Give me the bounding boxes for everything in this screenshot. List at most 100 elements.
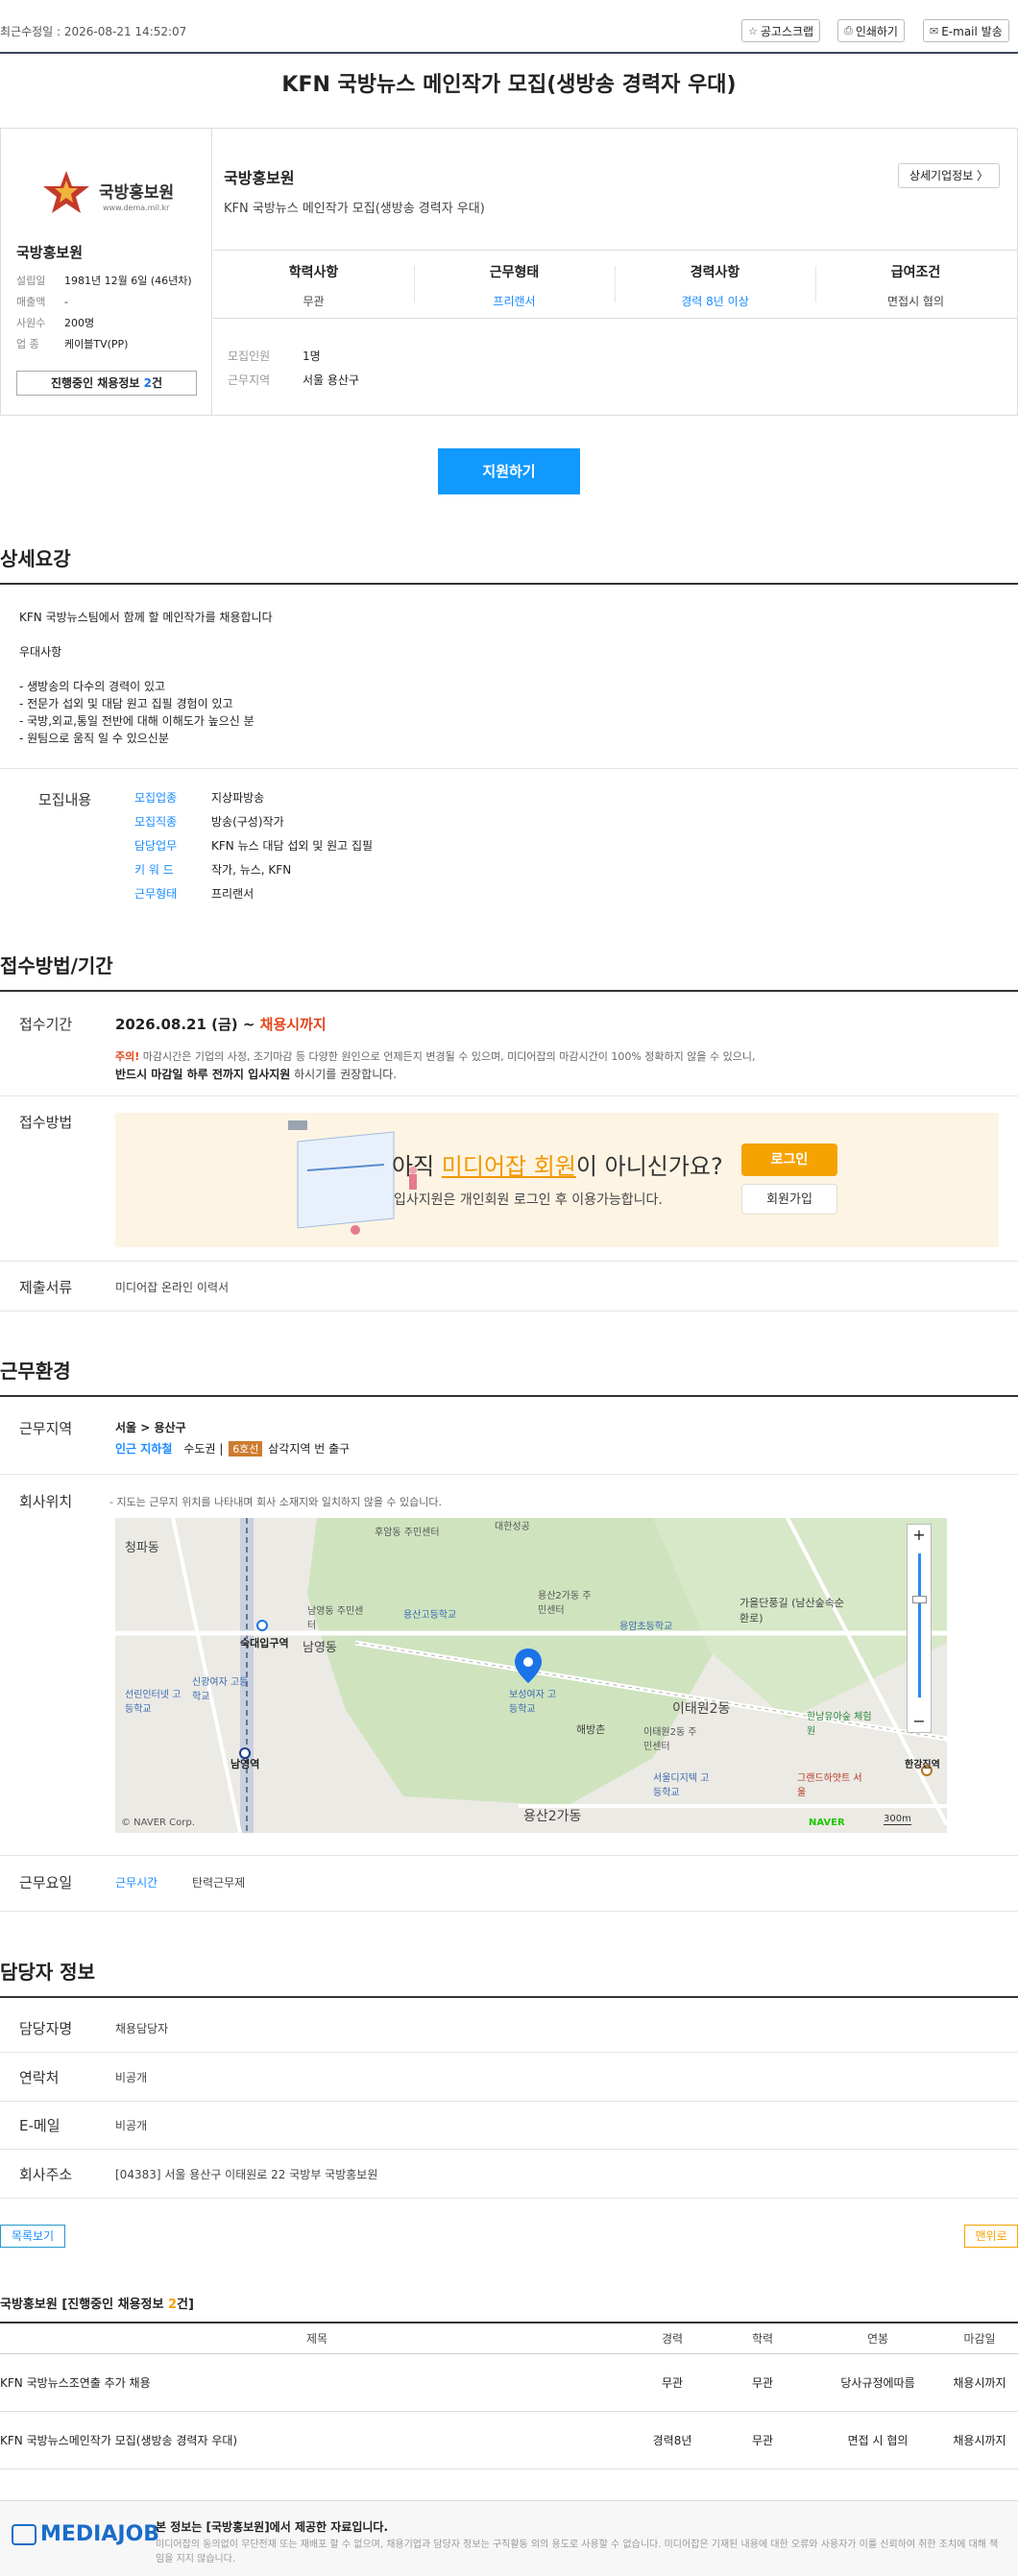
location-label: 근무지역 bbox=[19, 1420, 73, 1437]
table-header: 제목 경력 학력 연봉 마감일 bbox=[0, 2322, 1018, 2354]
naver-logo: NAVER bbox=[809, 1818, 845, 1828]
docs-value: 미디어잡 온라인 이력서 bbox=[115, 1281, 230, 1294]
table-row[interactable]: KFN 국방뉴스조연출 추가 채용 무관 무관 당사규정에따름 채용시까지 bbox=[0, 2354, 1018, 2412]
info-revenue: 매출액 - bbox=[16, 296, 68, 308]
banner-headline: 아직 미디어잡 회원이 아니신가요? bbox=[392, 1153, 723, 1180]
contact-address-label: 회사주소 bbox=[19, 2166, 73, 2183]
ongoing-jobs-button[interactable]: 진행중인 채용정보 2건 bbox=[16, 371, 197, 396]
apply-period: 2026.08.21 (금) ~ 채용시까지 bbox=[115, 1016, 327, 1033]
period-label: 접수기간 bbox=[19, 1016, 73, 1033]
hours-label: 근무요일 bbox=[19, 1874, 73, 1891]
col-salary: 연봉 bbox=[866, 2332, 889, 2346]
mail-icon: ✉ bbox=[930, 24, 939, 37]
map-copyright: © NAVER Corp. bbox=[121, 1818, 195, 1828]
banner-subtext: 입사지원은 개인회원 로그인 후 이용가능합니다. bbox=[394, 1192, 663, 1208]
map-place: 남영동 주민센터 bbox=[307, 1606, 364, 1631]
map-place: 선린인터넷 고등학교 bbox=[125, 1690, 182, 1715]
scrap-button[interactable]: ☆ 공고스크랩 bbox=[741, 19, 821, 42]
map-place: 보성여자 고등학교 bbox=[509, 1690, 557, 1715]
section-detail: 상세요강 bbox=[0, 543, 1018, 585]
deadline-notice-2: 반드시 마감일 하루 전까지 입사지원 하시기를 권장합니다. bbox=[115, 1068, 398, 1081]
table-row[interactable]: KFN 국방뉴스메인작가 모집(생방송 경력자 우대) 경력8년 무관 면접 시… bbox=[0, 2412, 1018, 2469]
map-place: 용산고등학교 bbox=[403, 1610, 457, 1621]
map-place: 남영역 bbox=[230, 1758, 260, 1770]
section-work-env: 근무환경 bbox=[0, 1356, 1018, 1397]
job-title: KFN 국방뉴스 메인작가 모집(생방송 경력자 우대) bbox=[281, 73, 737, 97]
job-description: KFN 국방뉴스팀에서 함께 할 메인작가를 채용합니다 우대사항 - 생방송의… bbox=[19, 611, 273, 745]
row-salary: 당사규정에따름 bbox=[840, 2376, 915, 2390]
map-place: 한강진역 bbox=[905, 1760, 940, 1770]
row-title[interactable]: KFN 국방뉴스조연출 추가 채용 bbox=[0, 2354, 634, 2411]
map-place: 남영동 bbox=[303, 1641, 337, 1655]
zoom-out-icon[interactable]: − bbox=[908, 1711, 931, 1732]
work-region: 근무지역 서울 용산구 bbox=[228, 373, 360, 387]
list-button[interactable]: 목록보기 bbox=[0, 2225, 65, 2248]
map-place: 신광여자 고등학교 bbox=[192, 1677, 249, 1702]
info-founded: 설립일 1981년 12월 6일 (46년차) bbox=[16, 275, 192, 287]
recruit-label: 모집내용 bbox=[38, 791, 92, 808]
method-label: 접수방법 bbox=[19, 1114, 73, 1131]
company-title: 국방홍보원 bbox=[224, 169, 295, 187]
star-icon: ☆ bbox=[748, 24, 758, 37]
subway-info: 인근 지하철 수도권 | 6호선 삼각지역 번 출구 bbox=[115, 1441, 351, 1457]
map-place: 서울디지텍 고등학교 bbox=[653, 1773, 710, 1798]
top-bar: 최근수정일 : 2026-08-21 14:52:07 ☆ 공고스크랩 ⎙ 인쇄… bbox=[0, 0, 1018, 54]
signup-button[interactable]: 회원가입 bbox=[741, 1184, 837, 1215]
location-map[interactable]: 청파동 후암동 주민센터 남영동 주민센터 숙대입구역 남영동 용산고등학교 용… bbox=[115, 1518, 947, 1833]
zoom-slider-handle[interactable] bbox=[912, 1596, 927, 1603]
map-place: 한남유아숲 체험원 bbox=[807, 1712, 872, 1737]
footer-source: 본 정보는 [국방홍보원]에서 제공한 자료입니다. bbox=[156, 2520, 388, 2534]
row-deadline: 채용시까지 bbox=[953, 2376, 1006, 2390]
col-title: 제목 bbox=[305, 2332, 328, 2346]
login-banner: 아직 미디어잡 회원이 아니신가요? 입사지원은 개인회원 로그인 후 이용가능… bbox=[115, 1113, 999, 1247]
zoom-control[interactable]: + − bbox=[907, 1524, 932, 1733]
row-deadline: 채용시까지 bbox=[953, 2434, 1006, 2447]
row-title[interactable]: KFN 국방뉴스메인작가 모집(생방송 경력자 우대) bbox=[0, 2412, 634, 2468]
docs-label: 제출서류 bbox=[19, 1279, 73, 1296]
contact-email: 비공개 bbox=[115, 2119, 148, 2132]
info-industry: 업 종 케이블TV(PP) bbox=[16, 338, 129, 350]
col-career: 경력 bbox=[661, 2332, 684, 2346]
recruit-duty: 담당업무 KFN 뉴스 대담 섭외 및 원고 집필 bbox=[134, 839, 374, 853]
ongoing-list-title: 국방홍보원 [진행중인 채용정보 2건] bbox=[0, 2298, 194, 2312]
col-deadline: 마감일 bbox=[963, 2332, 996, 2346]
company-detail-button[interactable]: 상세기업정보 〉 bbox=[898, 163, 1000, 188]
print-button[interactable]: ⎙ 인쇄하기 bbox=[837, 19, 905, 42]
footer-disclaimer: 미디어잡의 동의없이 무단전재 또는 재배포 할 수 없으며, 채용기업과 담당… bbox=[156, 2540, 999, 2564]
location-region: 서울 > 용산구 bbox=[115, 1421, 186, 1434]
deadline-notice: 주의! 마감시간은 기업의 사정, 조기마감 등 다양한 원인으로 언제든지 변… bbox=[115, 1050, 756, 1063]
email-button[interactable]: ✉ E-mail 발송 bbox=[923, 19, 1009, 42]
map-place: 이태원2동 주민센터 bbox=[643, 1727, 697, 1752]
apply-button[interactable]: 지원하기 bbox=[438, 448, 580, 494]
briefcase-icon bbox=[12, 2524, 36, 2545]
recruit-keywords: 키 워 드 작가, 뉴스, KFN bbox=[134, 863, 292, 877]
map-note: - 지도는 근무지 위치를 나타내며 회사 소재지와 일치하지 않을 수 있습니… bbox=[109, 1496, 443, 1508]
section-contact: 담당자 정보 bbox=[0, 1957, 1018, 1998]
map-place: 이태원2동 bbox=[672, 1701, 731, 1717]
printer-icon: ⎙ bbox=[844, 24, 853, 36]
summary-salary: 급여조건 면접시 협의 bbox=[886, 265, 944, 308]
emblem-icon bbox=[43, 171, 89, 213]
zoom-in-icon[interactable]: + bbox=[908, 1525, 931, 1546]
map-place: 가을단풍길 (남산숲속순환로) bbox=[739, 1597, 844, 1625]
recruit-job: 모집직종 방송(구성)작가 bbox=[134, 815, 284, 829]
map-place: 그랜드하얏트 서울 bbox=[797, 1773, 862, 1798]
summary-experience: 경력사항 경력 8년 이상 bbox=[681, 265, 749, 308]
map-place: 청파동 bbox=[125, 1541, 159, 1555]
map-place: 숙대입구역 bbox=[240, 1637, 289, 1649]
job-subtitle: KFN 국방뉴스 메인작가 모집(생방송 경력자 우대) bbox=[224, 202, 485, 216]
hours-value: 탄력근무제 bbox=[192, 1876, 246, 1890]
map-label: 회사위치 bbox=[19, 1493, 73, 1510]
company-sidebar: 국방홍보원 www.dema.mil.kr 국방홍보원 설립일 1981년 12월… bbox=[1, 129, 212, 415]
map-place: 용산2가동 bbox=[523, 1809, 582, 1824]
company-logo: 국방홍보원 www.dema.mil.kr bbox=[39, 167, 174, 225]
col-education: 학력 bbox=[751, 2332, 774, 2346]
login-button[interactable]: 로그인 bbox=[741, 1144, 837, 1176]
contact-phone-label: 연락처 bbox=[19, 2069, 60, 2086]
recruit-work-type: 근무형태 프리랜서 bbox=[134, 887, 254, 901]
contact-phone: 비공개 bbox=[115, 2071, 148, 2084]
back-to-top-button[interactable]: 맨위로 bbox=[964, 2225, 1018, 2248]
job-summary: 학력사항 무관 근무형태 프리랜서 경력사항 경력 8년 이상 급여조건 면접시 협의 bbox=[213, 250, 1017, 319]
map-place: 해방촌 bbox=[576, 1723, 606, 1736]
recruit-count: 모집인원 1명 bbox=[228, 349, 321, 363]
